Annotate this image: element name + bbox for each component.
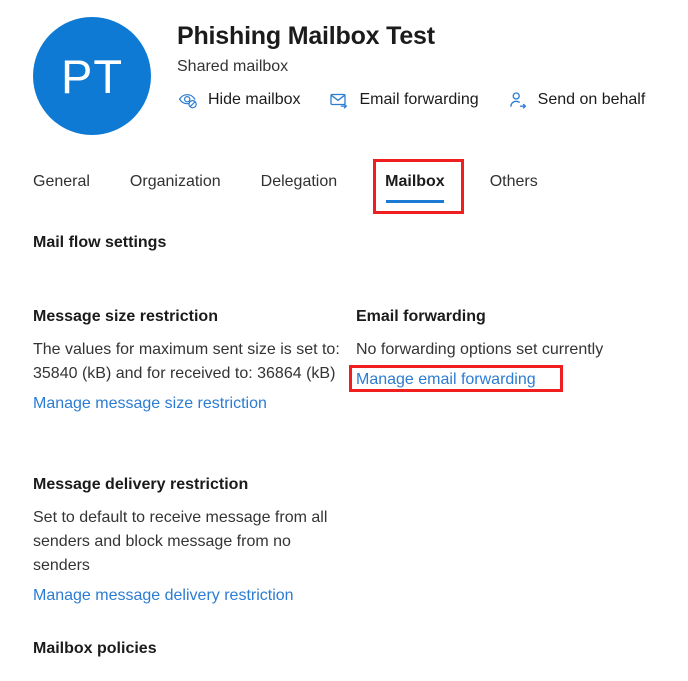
avatar: PT: [33, 17, 151, 135]
hide-mailbox-action[interactable]: Hide mailbox: [177, 89, 300, 111]
email-forwarding-label: Email forwarding: [359, 91, 479, 108]
message-delivery-restriction-title: Message delivery restriction: [33, 476, 249, 493]
send-on-behalf-label: Send on behalf: [537, 91, 646, 108]
avatar-initials: PT: [60, 49, 124, 103]
mailbox-policies-heading: Mailbox policies: [33, 640, 157, 657]
email-forwarding-body: No forwarding options set currently: [356, 341, 604, 358]
message-delivery-restriction-block: Message delivery restriction Set to defa…: [33, 474, 343, 608]
message-size-restriction-block: Message size restriction The values for …: [33, 306, 343, 416]
hide-mailbox-label: Hide mailbox: [208, 91, 301, 108]
page-subtitle: Shared mailbox: [177, 58, 289, 75]
message-size-restriction-body: The values for maximum sent size is set …: [33, 341, 340, 382]
page-title: Phishing Mailbox Test: [177, 22, 435, 50]
tab-general[interactable]: General: [33, 168, 90, 203]
email-forwarding-title: Email forwarding: [356, 308, 486, 325]
header-action-row: Hide mailbox Email forwarding Send on be…: [177, 89, 645, 111]
page-header: PT Phishing Mailbox Test Shared mailbox …: [0, 0, 688, 148]
send-on-behalf-action[interactable]: Send on behalf: [507, 89, 646, 111]
tab-mailbox[interactable]: Mailbox: [385, 168, 445, 203]
tab-delegation[interactable]: Delegation: [261, 168, 338, 203]
message-delivery-restriction-body: Set to default to receive message from a…: [33, 509, 328, 574]
tab-organization[interactable]: Organization: [130, 168, 221, 203]
message-size-restriction-title: Message size restriction: [33, 308, 218, 325]
mailbox-details-page: PT Phishing Mailbox Test Shared mailbox …: [0, 0, 688, 681]
header-text-group: Phishing Mailbox Test Shared mailbox: [177, 20, 677, 78]
manage-message-delivery-restriction-link[interactable]: Manage message delivery restriction: [33, 584, 294, 608]
tab-bar: General Organization Delegation Mailbox …: [33, 168, 538, 203]
envelope-forward-icon: [328, 89, 350, 111]
tab-others[interactable]: Others: [490, 168, 538, 203]
person-arrow-icon: [507, 89, 529, 111]
manage-email-forwarding-link[interactable]: Manage email forwarding: [356, 368, 536, 392]
eye-hidden-icon: [177, 89, 199, 111]
email-forwarding-block: Email forwarding No forwarding options s…: [356, 306, 666, 392]
email-forwarding-action[interactable]: Email forwarding: [328, 89, 479, 111]
mail-flow-settings-heading: Mail flow settings: [33, 234, 167, 251]
manage-message-size-restriction-link[interactable]: Manage message size restriction: [33, 392, 267, 416]
